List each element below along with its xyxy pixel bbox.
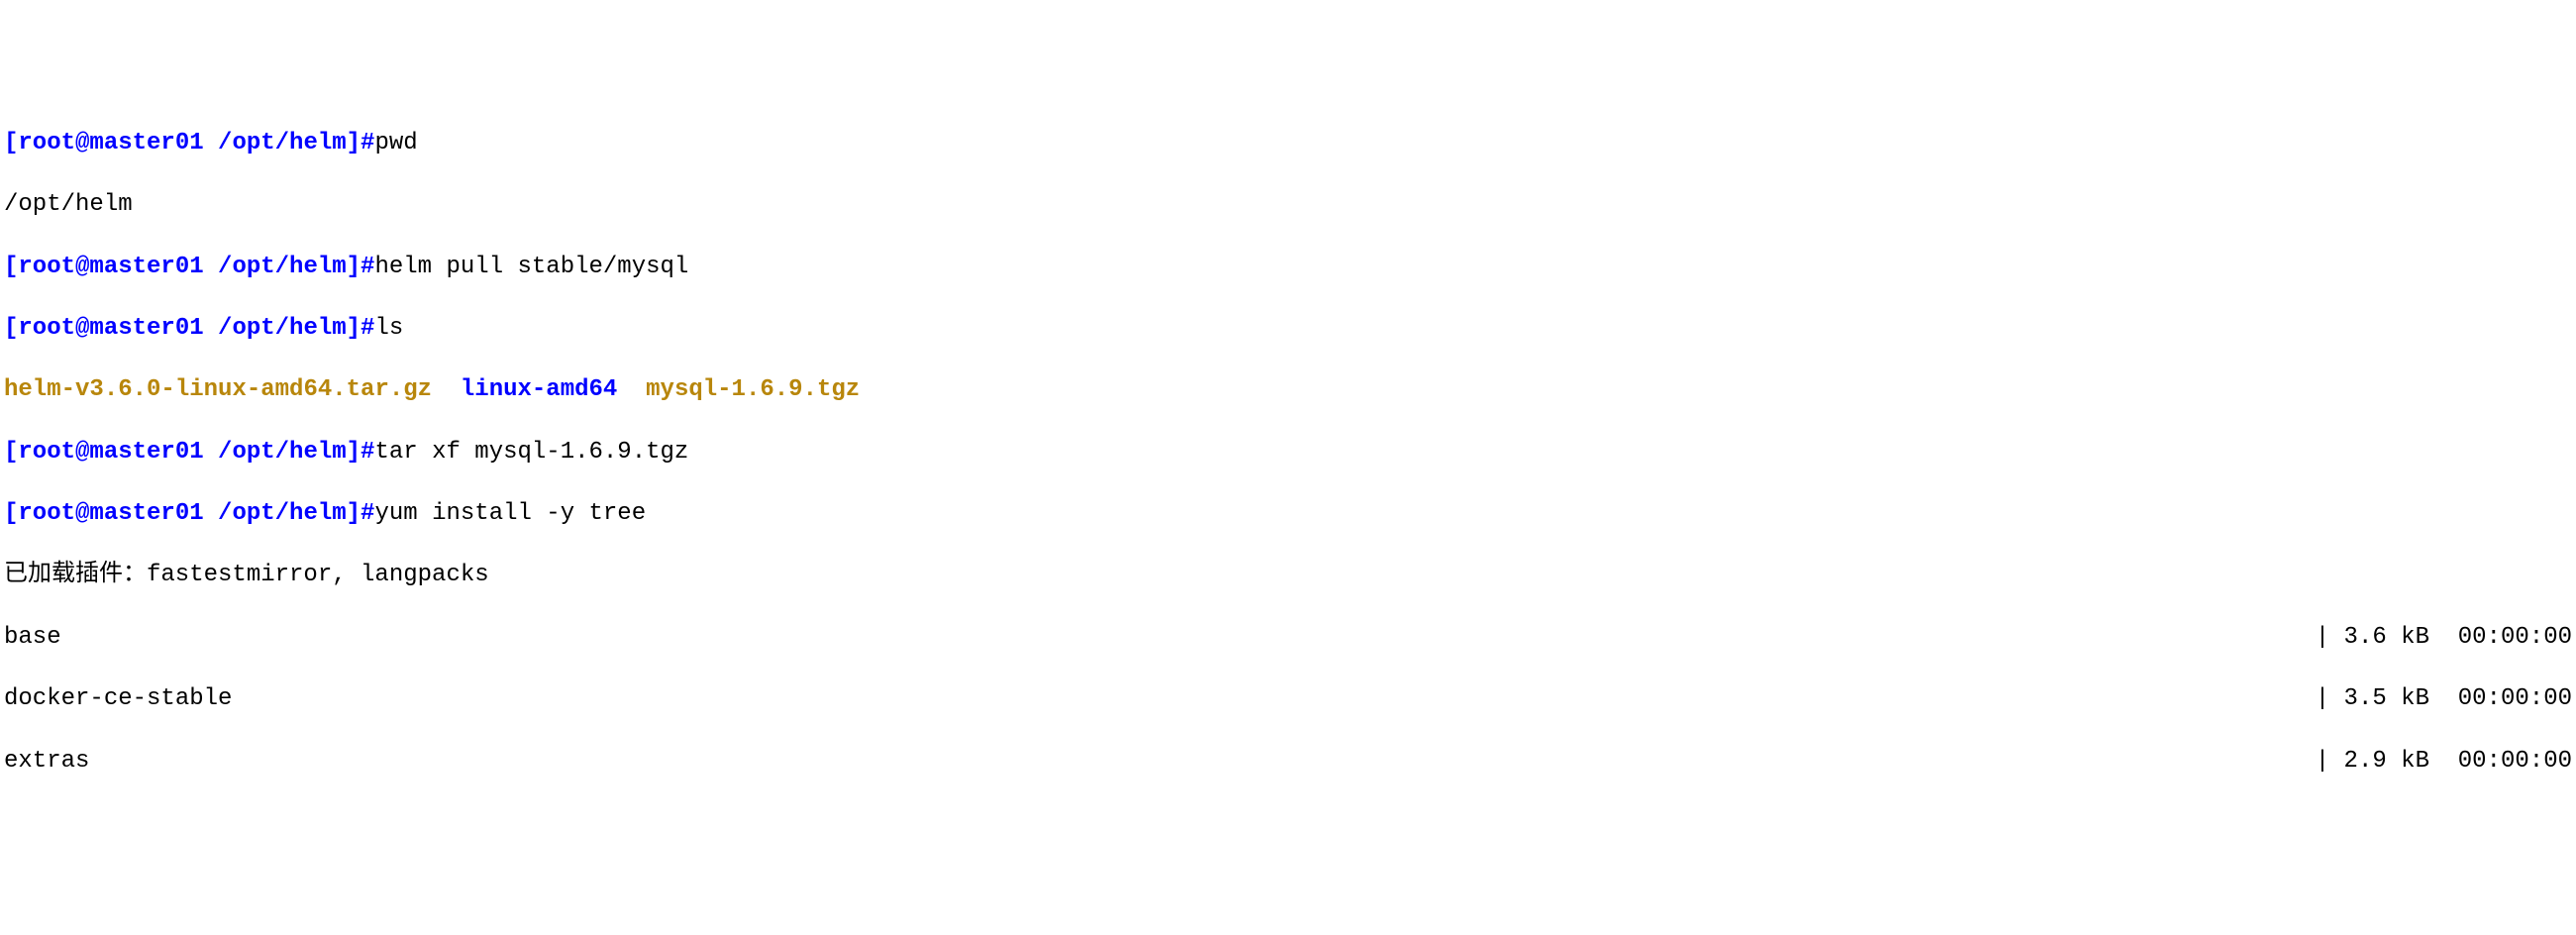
- command-text: helm pull stable/mysql: [374, 254, 688, 280]
- yum-repo-row: docker-ce-stable | 3.5 kB 00:00:00: [4, 683, 2572, 714]
- yum-repo-name: docker-ce-stable: [4, 683, 232, 714]
- terminal-line-2: [root@master01 /opt/helm]#helm pull stab…: [4, 252, 2572, 282]
- yum-repo-name: base: [4, 622, 61, 653]
- command-text: pwd: [374, 130, 417, 156]
- ls-file-archive: helm-v3.6.0-linux-amd64.tar.gz: [4, 376, 432, 403]
- shell-prompt: [root@master01 /opt/helm]#: [4, 315, 374, 342]
- command-text: tar xf mysql-1.6.9.tgz: [374, 439, 688, 466]
- ls-file-dir: linux-amd64: [461, 376, 617, 403]
- command-text: ls: [374, 315, 403, 342]
- ls-sep: [432, 376, 461, 403]
- ls-output: helm-v3.6.0-linux-amd64.tar.gz linux-amd…: [4, 374, 2572, 405]
- yum-repo-stat: | 3.6 kB 00:00:00: [2316, 622, 2572, 653]
- yum-plugins-line: 已加载插件：fastestmirror, langpacks: [4, 560, 2572, 590]
- shell-prompt: [root@master01 /opt/helm]#: [4, 254, 374, 280]
- shell-prompt: [root@master01 /opt/helm]#: [4, 500, 374, 527]
- shell-prompt: [root@master01 /opt/helm]#: [4, 130, 374, 156]
- terminal-line-4: [root@master01 /opt/helm]#tar xf mysql-1…: [4, 437, 2572, 468]
- ls-sep: [617, 376, 646, 403]
- shell-prompt: [root@master01 /opt/helm]#: [4, 439, 374, 466]
- yum-repo-name: extras: [4, 746, 89, 777]
- yum-repo-stat: | 2.9 kB 00:00:00: [2316, 746, 2572, 777]
- yum-repo-row: extras | 2.9 kB 00:00:00: [4, 746, 2572, 777]
- yum-repo-stat: | 3.5 kB 00:00:00: [2316, 683, 2572, 714]
- terminal-line-1: [root@master01 /opt/helm]#pwd: [4, 128, 2572, 158]
- yum-repo-row: base | 3.6 kB 00:00:00: [4, 622, 2572, 653]
- ls-file-archive: mysql-1.6.9.tgz: [646, 376, 860, 403]
- command-text: yum install -y tree: [374, 500, 646, 527]
- terminal-line-3: [root@master01 /opt/helm]#ls: [4, 313, 2572, 344]
- output-pwd: /opt/helm: [4, 189, 2572, 220]
- terminal-line-5: [root@master01 /opt/helm]#yum install -y…: [4, 498, 2572, 529]
